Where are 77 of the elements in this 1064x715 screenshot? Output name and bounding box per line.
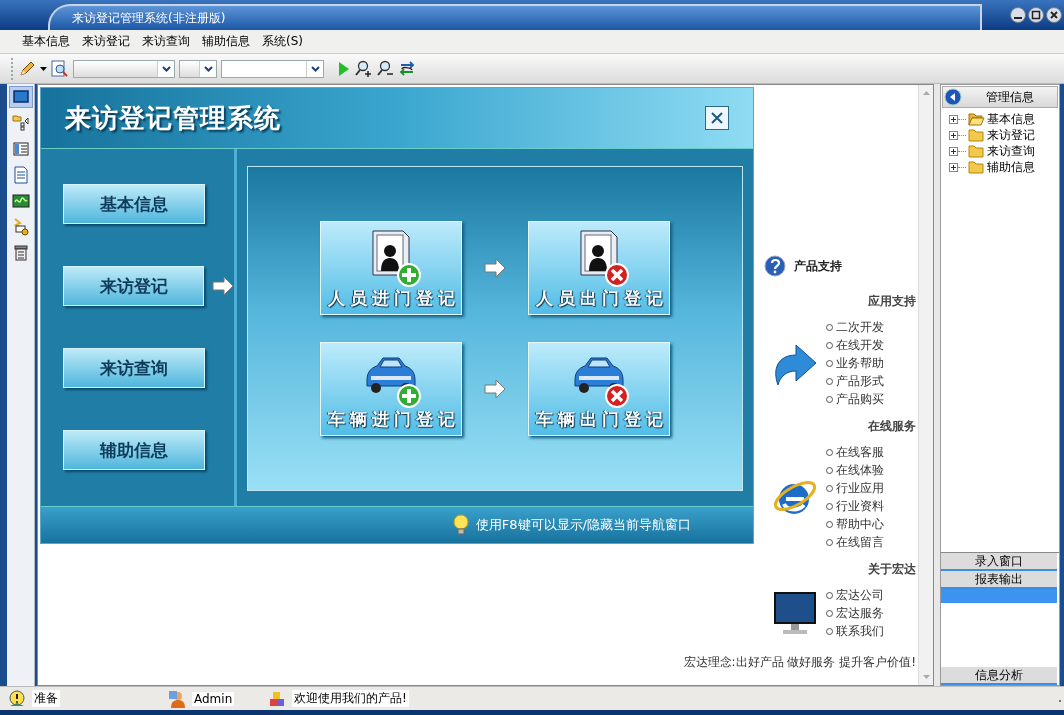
- nav-button[interactable]: 来访登记: [63, 266, 204, 306]
- chevron-down-icon: [203, 65, 213, 72]
- chevron-down-icon: [161, 65, 171, 72]
- support-link[interactable]: 帮助中心: [836, 515, 884, 533]
- hint-text: 使用F8键可以显示/隐藏当前导航窗口: [475, 516, 691, 534]
- menu-item[interactable]: 基本信息: [16, 33, 76, 50]
- close-icon[interactable]: [1046, 7, 1062, 23]
- zoom-in-icon[interactable]: [354, 59, 372, 78]
- zoom-out-icon[interactable]: [376, 59, 394, 78]
- info-icon: [8, 689, 26, 708]
- support-link[interactable]: 在线开发: [836, 336, 884, 354]
- outlook-bar-button[interactable]: 报表输出: [941, 571, 1057, 589]
- support-link[interactable]: 在线体验: [836, 461, 884, 479]
- support-link[interactable]: 行业资料: [836, 497, 884, 515]
- tree-item[interactable]: 基本信息: [985, 110, 1035, 128]
- menu-item[interactable]: 来访查询: [136, 33, 196, 50]
- support-link[interactable]: 行业应用: [836, 479, 884, 497]
- outlook-bar-button[interactable]: 录入窗口: [941, 553, 1057, 571]
- arrow-right-icon: [484, 378, 506, 400]
- chart-icon: [11, 192, 30, 210]
- pencil-icon[interactable]: [18, 59, 36, 78]
- section-heading: 关于宏达: [867, 561, 917, 578]
- arrow-right-icon: [484, 257, 506, 279]
- support-link[interactable]: 宏达公司: [836, 586, 884, 604]
- back-icon[interactable]: [943, 88, 963, 106]
- list-icon: [11, 140, 30, 158]
- document-icon: [11, 166, 30, 184]
- tree-item[interactable]: 来访查询: [985, 142, 1035, 160]
- minimize-icon[interactable]: [1010, 7, 1026, 23]
- user-icon: [168, 689, 186, 708]
- window-title: 来访登记管理系统(非注册版): [71, 9, 226, 27]
- maximize-icon[interactable]: [1028, 7, 1044, 23]
- expand-icon[interactable]: [949, 130, 958, 140]
- expand-icon[interactable]: [949, 114, 958, 124]
- support-link[interactable]: 二次开发: [836, 318, 884, 336]
- menu-item[interactable]: 辅助信息: [196, 33, 256, 50]
- nav-button[interactable]: 辅助信息: [63, 430, 205, 470]
- panel-title: 来访登记管理系统: [65, 101, 281, 135]
- folder-tree-icon: [11, 114, 30, 132]
- sidebar-tool-button[interactable]: [8, 86, 33, 108]
- tree-item[interactable]: 来访登记: [985, 126, 1035, 144]
- nav-button[interactable]: 来访查询: [63, 348, 205, 388]
- expand-icon[interactable]: [949, 162, 958, 172]
- menu-item[interactable]: 系统(S): [256, 33, 309, 50]
- light-bulb-icon: [451, 514, 470, 536]
- status-text: 准备: [32, 690, 60, 707]
- section-heading: 在线服务: [867, 418, 917, 435]
- outlook-bar-button[interactable]: 信息分析: [941, 667, 1057, 685]
- expand-icon[interactable]: [949, 146, 958, 156]
- monitor-icon: [772, 590, 818, 636]
- status-text: Admin: [192, 691, 235, 706]
- window-icon: [11, 88, 30, 106]
- panel-title: 管理信息: [985, 88, 1035, 106]
- dropdown[interactable]: [179, 59, 217, 78]
- support-link[interactable]: 产品形式: [836, 372, 884, 390]
- cubes-icon: [268, 689, 286, 708]
- close-button[interactable]: [705, 106, 729, 130]
- caret-icon[interactable]: [40, 66, 47, 71]
- support-link[interactable]: 联系我们: [836, 622, 884, 640]
- support-link[interactable]: 在线留言: [836, 533, 884, 551]
- support-link[interactable]: 产品购买: [836, 390, 884, 408]
- close-icon: [710, 111, 724, 125]
- section-title: 产品支持: [794, 257, 842, 275]
- tree-item[interactable]: 辅助信息: [985, 158, 1035, 176]
- menu-item[interactable]: 来访登记: [76, 33, 136, 50]
- nav-button[interactable]: 基本信息: [63, 184, 205, 224]
- support-link[interactable]: 宏达服务: [836, 604, 884, 622]
- status-text: 欢迎使用我们的产品!: [292, 690, 409, 707]
- grip-icon: [10, 57, 14, 80]
- help-icon[interactable]: [764, 255, 786, 277]
- chevron-down-icon: [310, 65, 320, 72]
- slogan-text: 宏达理念:出好产品 做好服务 提升客户价值!: [682, 654, 917, 671]
- preview-icon[interactable]: [51, 59, 69, 78]
- support-link[interactable]: 在线客服: [836, 443, 884, 461]
- support-link[interactable]: 业务帮助: [836, 354, 884, 372]
- section-heading: 应用支持: [867, 293, 917, 310]
- swap-icon[interactable]: [398, 59, 416, 78]
